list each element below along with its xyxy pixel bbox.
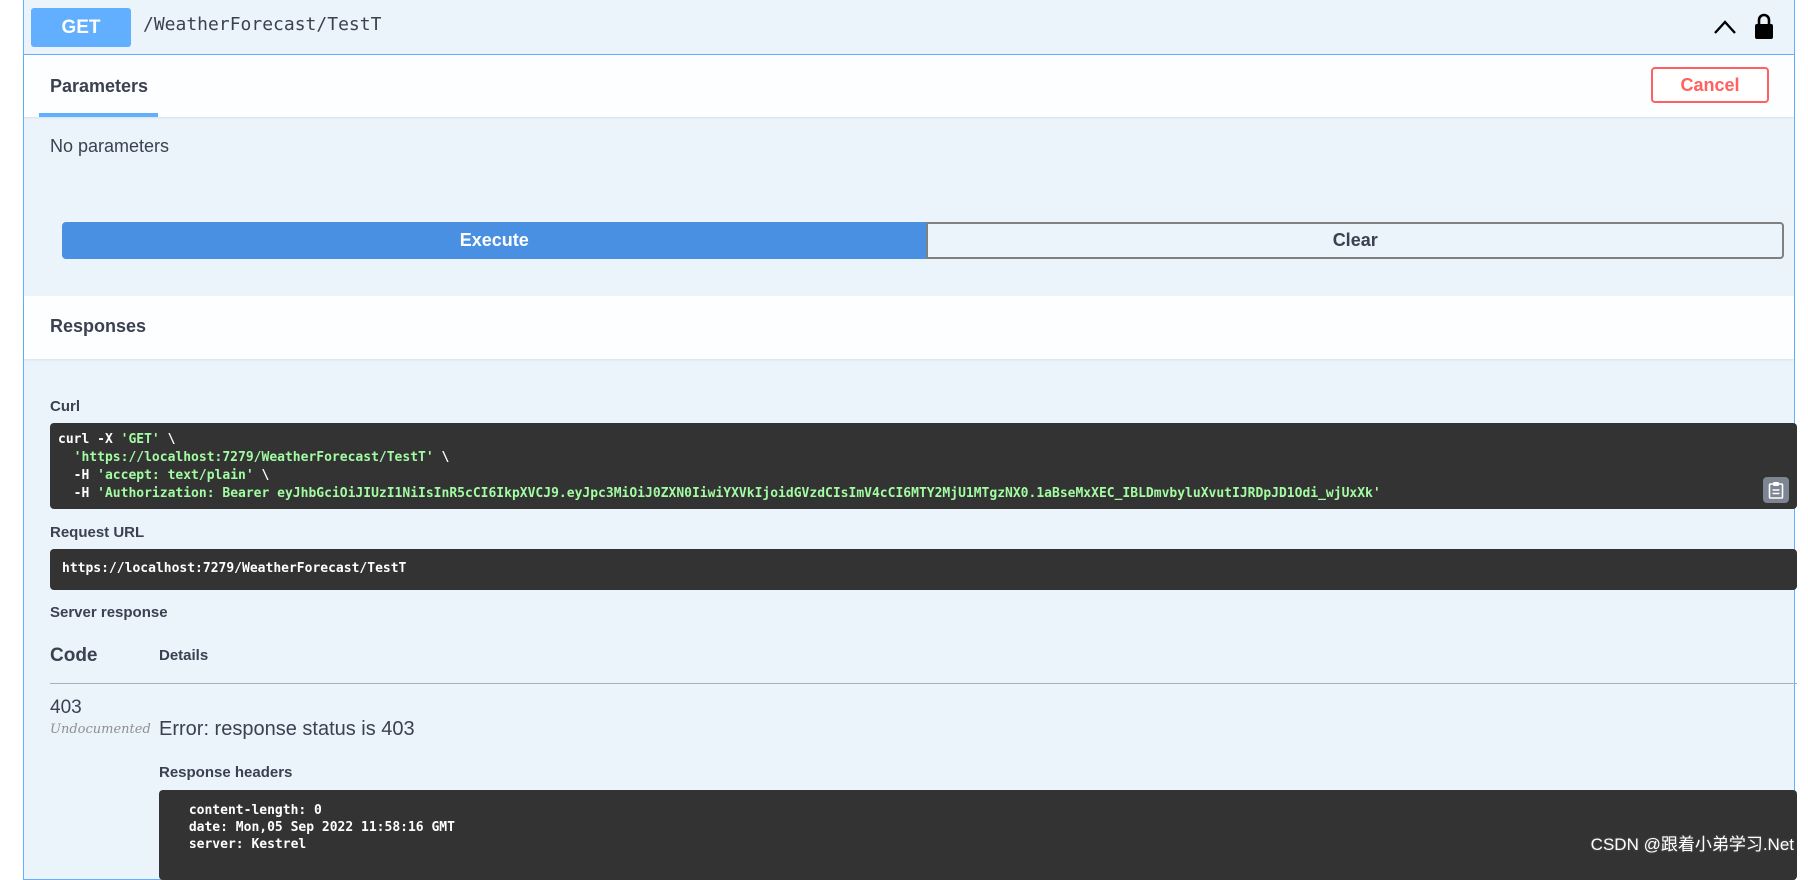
response-status-code: 403 xyxy=(50,697,82,718)
cancel-button[interactable]: Cancel xyxy=(1651,67,1769,103)
curl-continuation: \ xyxy=(253,468,270,483)
no-parameters-text: No parameters xyxy=(50,136,170,156)
execute-button-group: Execute Clear xyxy=(62,222,1784,259)
http-method-badge: GET xyxy=(31,8,131,47)
curl-continuation: \ xyxy=(159,432,176,447)
curl-label: Curl xyxy=(50,398,80,415)
curl-header-flag: -H xyxy=(58,468,98,483)
column-details-header: Details xyxy=(159,647,209,664)
responses-title: Responses xyxy=(50,316,147,336)
lock-icon[interactable] xyxy=(1754,12,1774,40)
curl-command[interactable]: curl -X 'GET' \ 'https://localhost:7279/… xyxy=(50,423,1797,509)
parameters-header: Parameters Cancel xyxy=(24,55,1794,117)
clipboard-icon[interactable] xyxy=(1763,477,1789,503)
curl-header-flag: -H xyxy=(58,486,98,501)
operation-summary[interactable]: GET /WeatherForecast/TestT xyxy=(24,0,1794,55)
chevron-up-icon[interactable] xyxy=(1712,16,1738,38)
server-response-label: Server response xyxy=(50,604,168,621)
clear-button[interactable]: Clear xyxy=(926,222,1784,259)
request-url[interactable]: https://localhost:7279/WeatherForecast/T… xyxy=(50,549,1797,590)
table-divider xyxy=(50,683,1797,684)
undocumented-label: Undocumented xyxy=(50,722,151,737)
curl-url: 'https://localhost:7279/WeatherForecast/… xyxy=(58,450,434,465)
curl-accept-header: 'accept: text/plain' xyxy=(97,468,254,483)
response-headers[interactable]: content-length: 0 date: Mon,05 Sep 2022 … xyxy=(159,790,1797,880)
response-headers-label: Response headers xyxy=(159,764,293,781)
execute-button[interactable]: Execute xyxy=(62,222,927,259)
tab-parameters[interactable]: Parameters xyxy=(40,55,158,117)
curl-method: 'GET' xyxy=(120,432,160,447)
curl-cmd: curl -X xyxy=(58,432,121,447)
operation-block: GET /WeatherForecast/TestT Parameters Ca… xyxy=(23,0,1797,880)
responses-header: Responses xyxy=(24,296,1794,359)
endpoint-path: /WeatherForecast/TestT xyxy=(143,14,382,35)
curl-continuation: \ xyxy=(433,450,450,465)
error-message: Error: response status is 403 xyxy=(159,718,415,740)
curl-auth-header: 'Authorization: Bearer eyJhbGciOiJIUzI1N… xyxy=(97,486,1381,501)
column-code-header: Code xyxy=(50,645,98,666)
tab-active-indicator xyxy=(39,113,158,117)
watermark: CSDN @跟着小弟学习.Net xyxy=(1590,835,1794,854)
request-url-label: Request URL xyxy=(50,524,145,541)
